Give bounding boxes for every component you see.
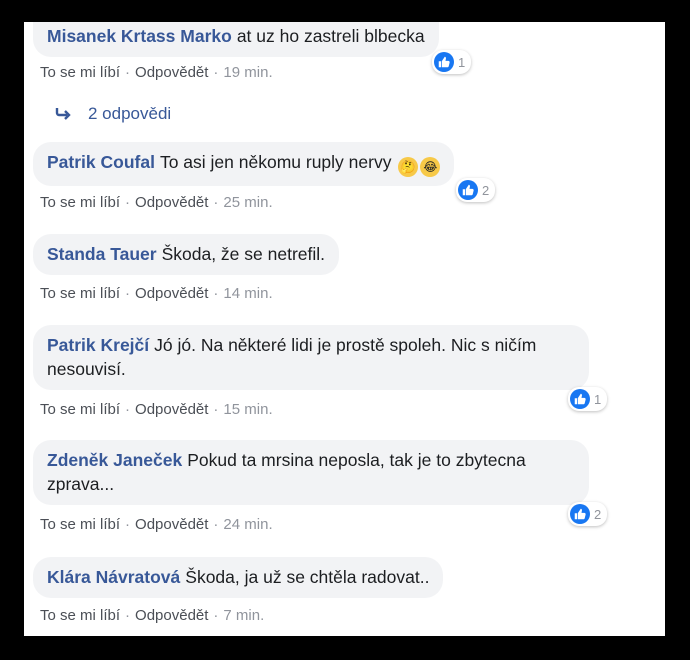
comment: Misanek Krtass Marko at uz ho zastreli bl… — [33, 22, 439, 57]
like-link[interactable]: To se mi líbí — [40, 194, 120, 211]
comment-author[interactable]: Patrik Krejčí — [47, 335, 149, 355]
comment-bubble: Patrik Coufal To asi jen někomu ruply ner… — [33, 142, 455, 186]
separator: · — [213, 64, 219, 81]
separator: · — [213, 607, 219, 624]
comment-text: Škoda, že se netrefil. — [161, 244, 325, 264]
reply-link[interactable]: Odpovědět — [135, 285, 208, 302]
replies-count-label: 2 odpovědi — [88, 104, 172, 123]
reaction-count-badge[interactable]: 1 — [432, 50, 472, 74]
comment-actions: To se mi líbí · Odpovědět · 7 min. — [40, 607, 264, 624]
like-link[interactable]: To se mi líbí — [40, 64, 120, 81]
comment-time[interactable]: 14 min. — [223, 285, 272, 302]
comment: Zdeněk Janeček Pokud ta mrsina neposla, t… — [33, 440, 589, 505]
like-link[interactable]: To se mi líbí — [40, 285, 120, 302]
reply-link[interactable]: Odpovědět — [135, 607, 208, 624]
comment-actions: To se mi líbí · Odpovědět · 14 min. — [40, 285, 273, 302]
separator: · — [125, 516, 131, 533]
like-link[interactable]: To se mi líbí — [40, 401, 120, 418]
separator: · — [213, 401, 219, 418]
comment-bubble: Patrik Krejčí Jó jó. Na některé lidi je p… — [33, 325, 589, 390]
comments-panel: Misanek Krtass Marko at uz ho zastreli bl… — [24, 22, 665, 636]
like-link[interactable]: To se mi líbí — [40, 516, 120, 533]
reply-link[interactable]: Odpovědět — [135, 401, 208, 418]
comment-bubble: Zdeněk Janeček Pokud ta mrsina neposla, t… — [33, 440, 589, 505]
comment-time[interactable]: 25 min. — [223, 194, 272, 211]
comment-actions: To se mi líbí · Odpovědět · 24 min. — [40, 516, 273, 533]
comment-bubble: Klára Návratová Škoda, ja už se chtěla ra… — [33, 557, 444, 598]
reaction-count-badge[interactable]: 2 — [568, 502, 608, 526]
comment-time[interactable]: 19 min. — [223, 64, 272, 81]
like-icon — [434, 52, 454, 72]
like-link[interactable]: To se mi líbí — [40, 607, 120, 624]
separator: · — [125, 64, 131, 81]
reaction-count: 2 — [482, 182, 490, 198]
separator: · — [125, 401, 131, 418]
reaction-count-badge[interactable]: 2 — [456, 178, 496, 202]
comment-author[interactable]: Zdeněk Janeček — [47, 450, 182, 470]
separator: · — [213, 285, 219, 302]
separator: · — [125, 194, 131, 211]
like-icon — [570, 389, 590, 409]
comment-time[interactable]: 24 min. — [223, 516, 272, 533]
comment-actions: To se mi líbí · Odpovědět · 15 min. — [40, 401, 273, 418]
reply-link[interactable]: Odpovědět — [135, 516, 208, 533]
comment-text: Škoda, ja už se chtěla radovat.. — [185, 567, 430, 587]
comment-author[interactable]: Patrik Coufal — [47, 152, 155, 172]
reply-link[interactable]: Odpovědět — [135, 64, 208, 81]
comment-actions: To se mi líbí · Odpovědět · 19 min. — [40, 64, 273, 81]
comment-actions: To se mi líbí · Odpovědět · 25 min. — [40, 194, 273, 211]
reaction-count: 2 — [594, 506, 602, 522]
comment-author[interactable]: Standa Tauer — [47, 244, 157, 264]
reply-arrow-icon — [55, 108, 71, 120]
comment-author[interactable]: Klára Návratová — [47, 567, 180, 587]
like-icon — [458, 180, 478, 200]
comment: Patrik Coufal To asi jen někomu ruply ner… — [33, 142, 455, 186]
comment-text: To asi jen někomu ruply nervy — [159, 152, 392, 172]
separator: · — [125, 285, 131, 302]
laughing-emoji: 😂 — [420, 157, 441, 177]
comment: Klára Návratová Škoda, ja už se chtěla ra… — [33, 557, 444, 598]
separator: · — [125, 607, 131, 624]
separator: · — [213, 194, 219, 211]
comment-time[interactable]: 15 min. — [223, 401, 272, 418]
comment-author[interactable]: Misanek Krtass Marko — [47, 26, 232, 46]
reaction-count-badge[interactable]: 1 — [568, 387, 608, 411]
reaction-count: 1 — [594, 391, 602, 407]
like-icon — [570, 504, 590, 524]
reply-link[interactable]: Odpovědět — [135, 194, 208, 211]
comment-bubble: Standa Tauer Škoda, že se netrefil. — [33, 234, 339, 275]
comment-text: at uz ho zastreli blbecka — [236, 26, 425, 46]
thinking-emoji: 🤔 — [398, 157, 419, 177]
comment: Patrik Krejčí Jó jó. Na některé lidi je p… — [33, 325, 589, 390]
separator: · — [213, 516, 219, 533]
comment-bubble: Misanek Krtass Marko at uz ho zastreli bl… — [33, 22, 439, 57]
view-replies-link[interactable]: 2 odpovědi — [54, 104, 171, 124]
reaction-count: 1 — [458, 54, 466, 70]
comment: Standa Tauer Škoda, že se netrefil. — [33, 234, 339, 275]
comment-time[interactable]: 7 min. — [223, 607, 264, 624]
